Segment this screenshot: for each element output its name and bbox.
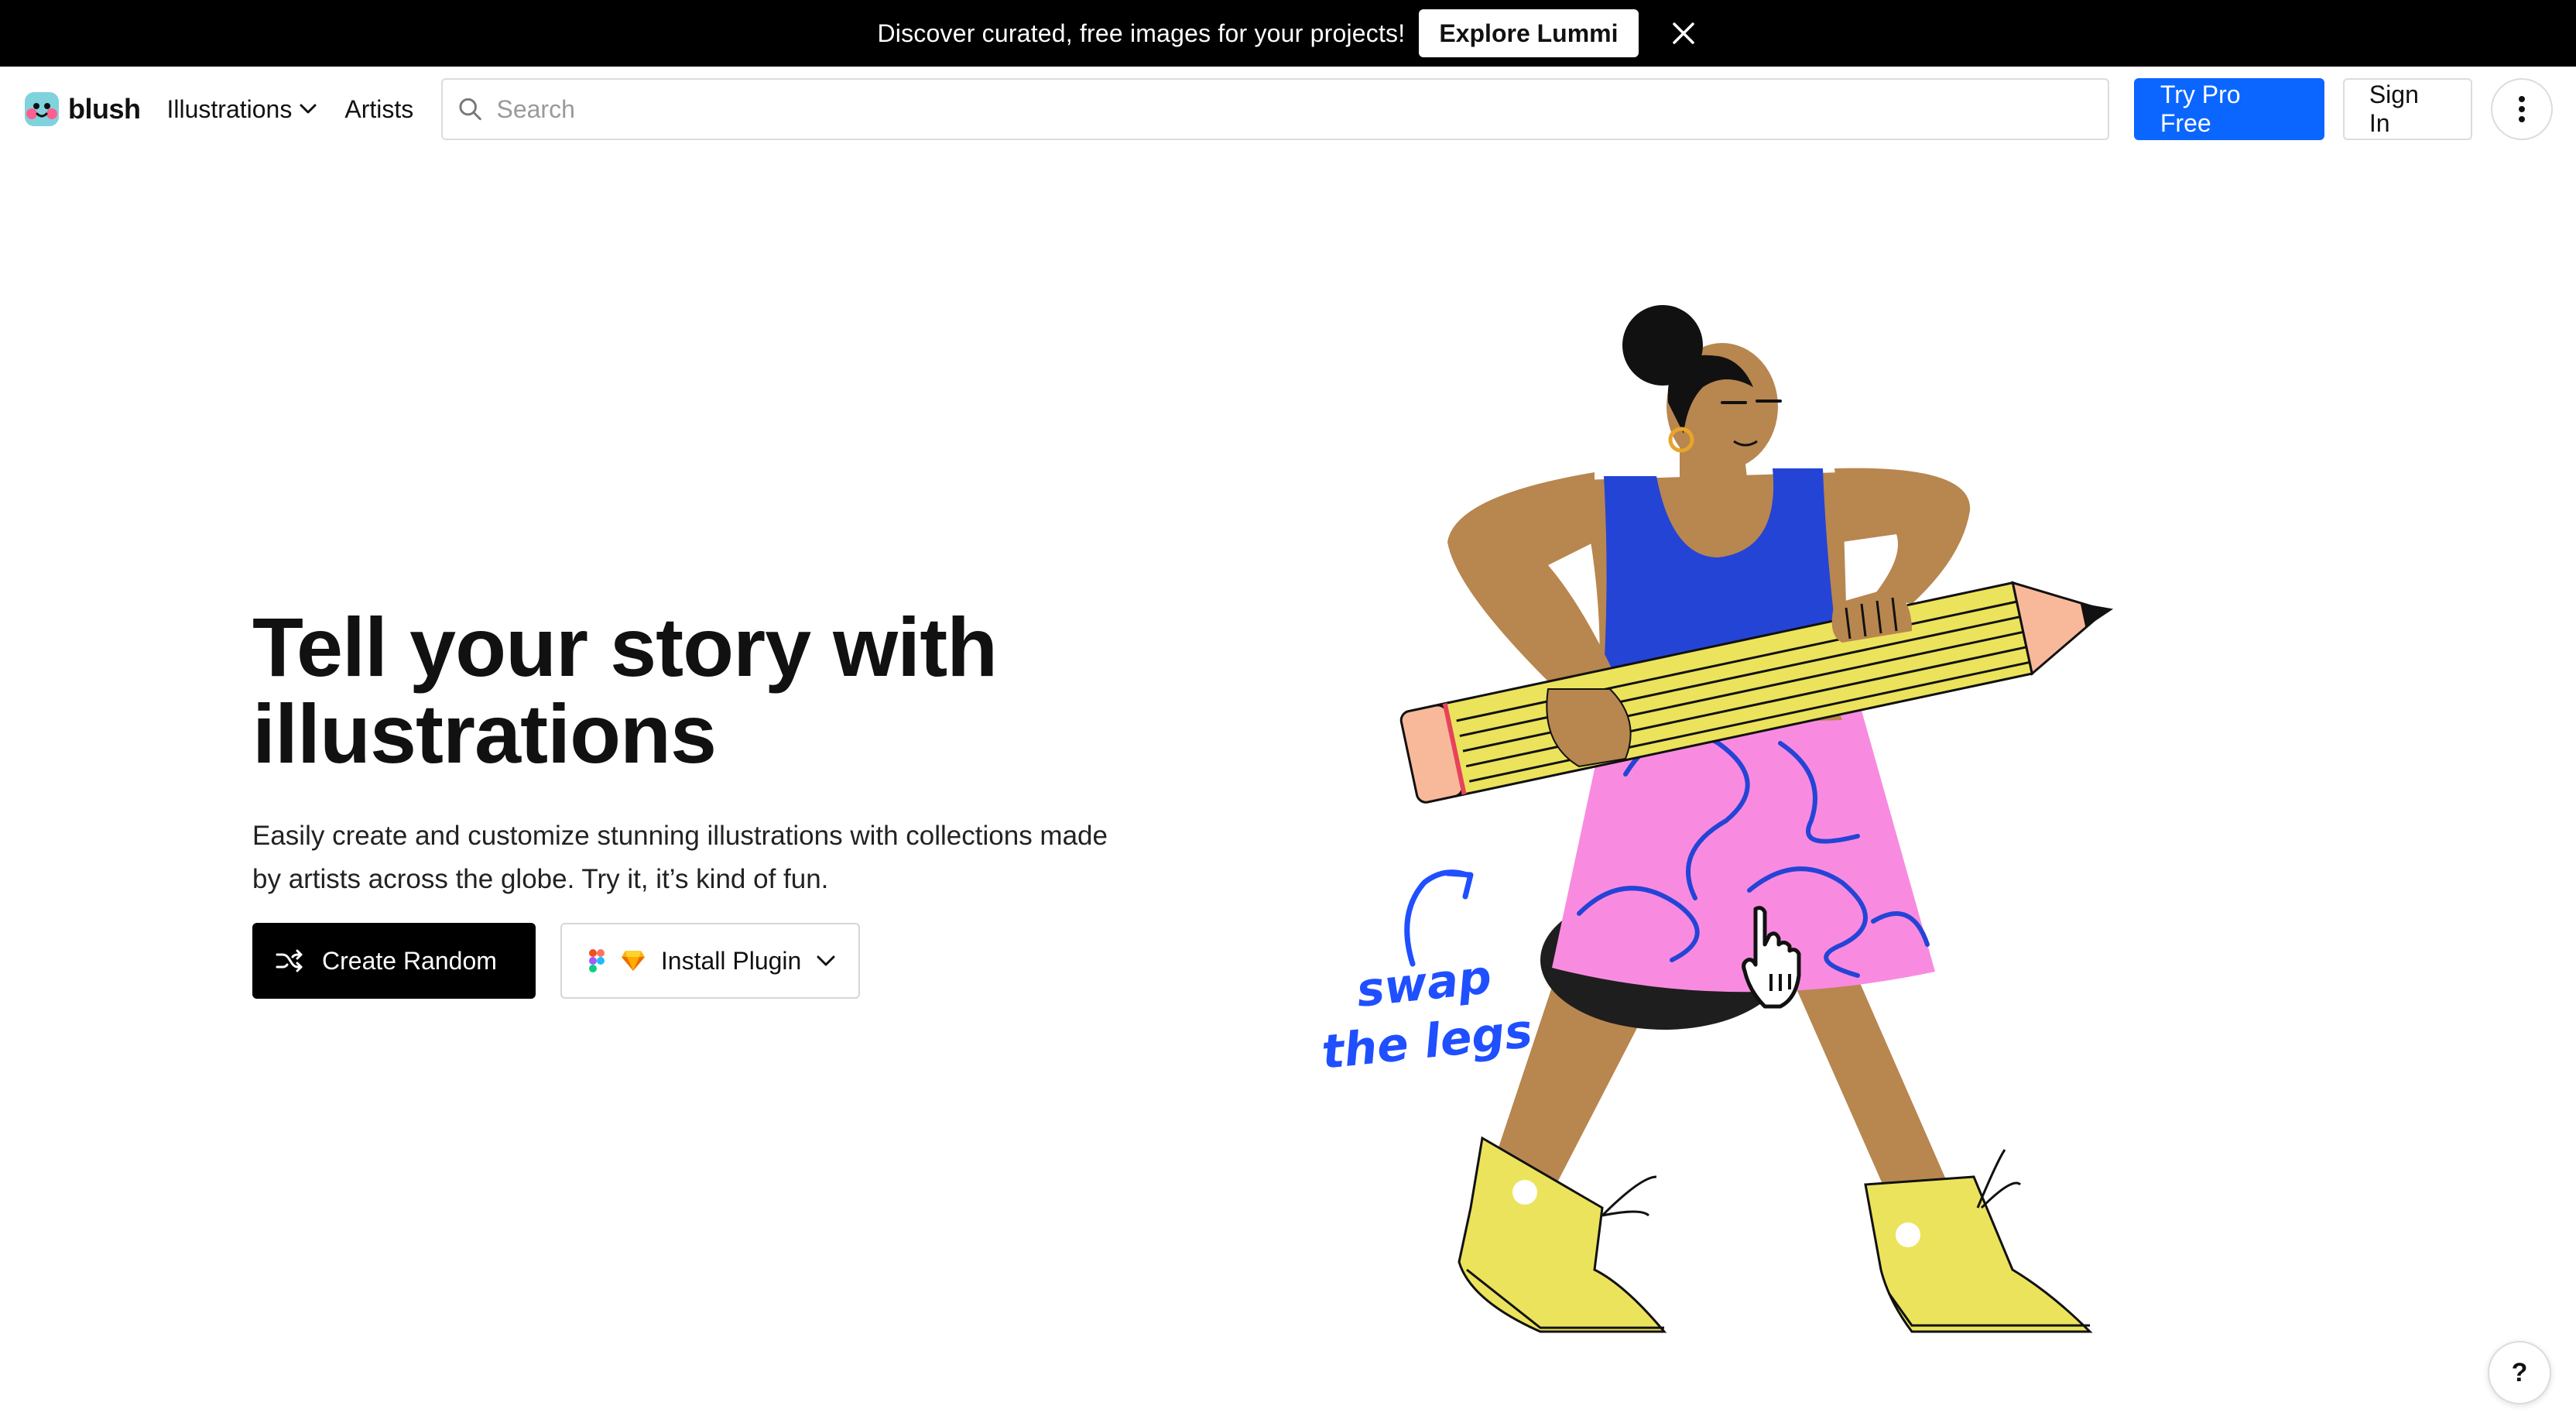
- search-icon: [459, 98, 482, 121]
- search-input[interactable]: [496, 94, 2092, 124]
- annotation-line-1: swap: [1354, 950, 1494, 1018]
- install-plugin-button[interactable]: Install Plugin: [560, 923, 861, 999]
- hero-subtitle: Easily create and customize stunning ill…: [252, 821, 1108, 894]
- nav-artists[interactable]: Artists: [344, 95, 413, 124]
- try-pro-free-button[interactable]: Try Pro Free: [2133, 78, 2324, 140]
- chevron-down-icon: [817, 955, 835, 966]
- top-nav: blush Illustrations Artists Try Pro Free…: [0, 67, 2576, 152]
- install-plugin-label: Install Plugin: [660, 946, 802, 975]
- more-vertical-icon: [2519, 96, 2526, 122]
- more-options-button[interactable]: [2491, 78, 2553, 140]
- annotation-line-2: the legs: [1319, 1004, 1535, 1080]
- explore-lummi-button[interactable]: Explore Lummi: [1419, 9, 1639, 57]
- shuffle-icon: [276, 949, 303, 972]
- chevron-down-icon: [300, 104, 317, 114]
- nav-artists-label: Artists: [344, 94, 414, 123]
- hero-title: Tell your story with illustrations: [252, 600, 998, 780]
- create-random-label: Create Random: [322, 946, 497, 975]
- sketch-icon: [621, 951, 645, 971]
- banner-text: Discover curated, free images for your p…: [877, 19, 1406, 47]
- nav-illustrations[interactable]: Illustrations: [167, 95, 317, 124]
- help-button[interactable]: ?: [2488, 1341, 2551, 1404]
- arm-right: [1834, 468, 1971, 604]
- blush-logo-icon: [25, 92, 59, 126]
- leg-right: [1780, 952, 1958, 1216]
- hero-illustration[interactable]: swap the legs: [1308, 294, 2160, 1347]
- hero-actions: Create Random Install Plugin: [252, 923, 861, 999]
- close-icon[interactable]: [1668, 18, 1699, 49]
- figma-icon: [588, 949, 605, 972]
- search-box[interactable]: [441, 78, 2109, 140]
- create-random-button[interactable]: Create Random: [252, 923, 536, 999]
- promo-banner: Discover curated, free images for your p…: [0, 0, 2576, 67]
- nav-illustrations-label: Illustrations: [166, 94, 293, 123]
- sign-in-button[interactable]: Sign In: [2342, 78, 2473, 140]
- logo-text: blush: [68, 93, 141, 125]
- logo[interactable]: blush: [23, 91, 141, 128]
- arrow-icon: [1404, 869, 1474, 967]
